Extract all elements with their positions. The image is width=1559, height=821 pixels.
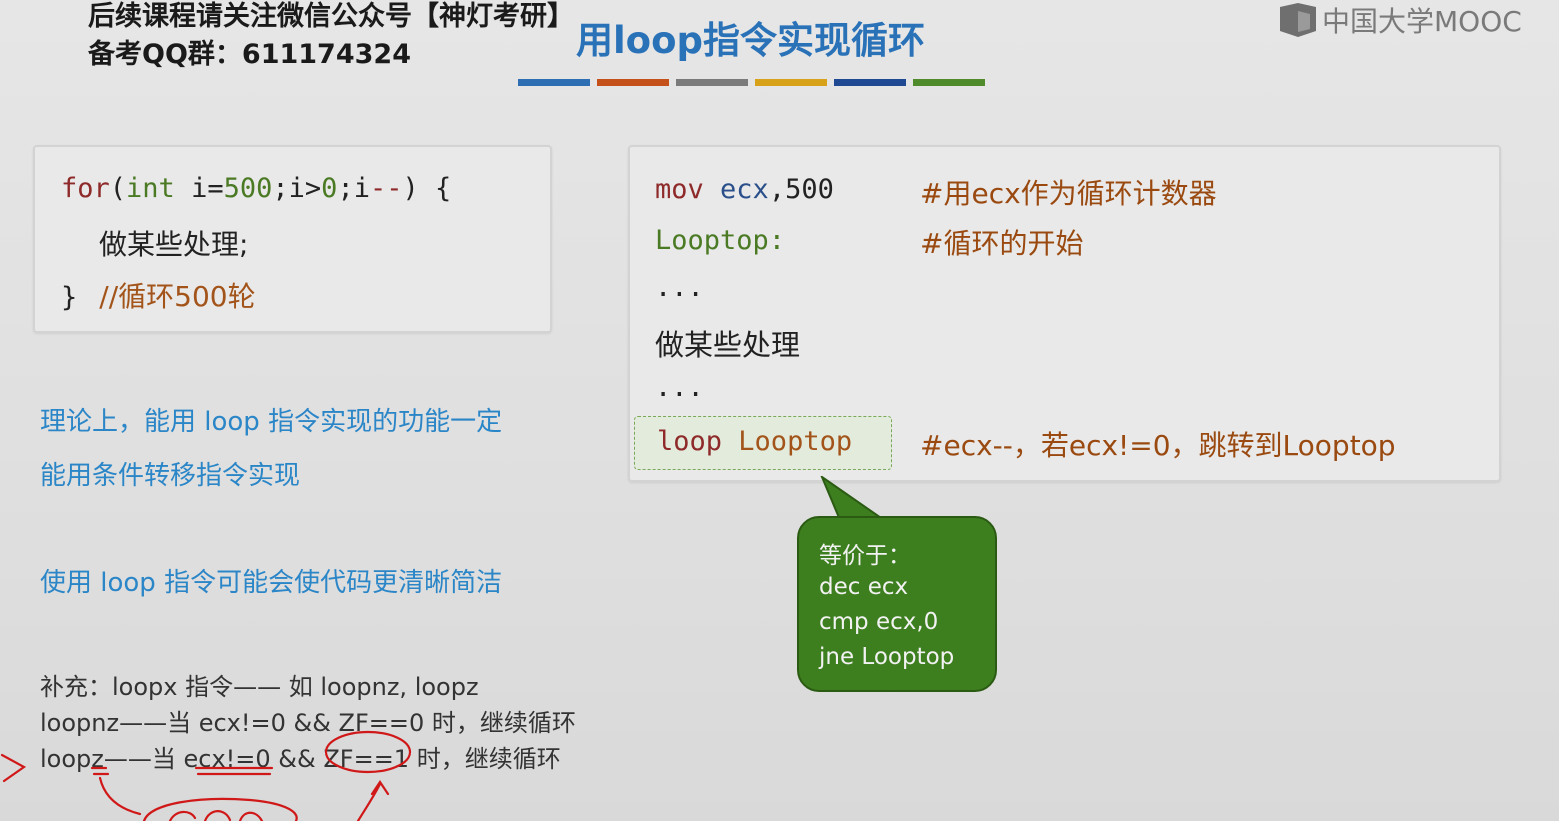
loop-mnemonic: loop (657, 426, 723, 457)
supplement-line1: 补充：loopx 指令—— 如 loopnz, loopz (40, 673, 479, 701)
promo-line-qq: 备考QQ群：611174324 (88, 39, 411, 70)
color-segment (755, 79, 827, 86)
color-segment (834, 79, 906, 86)
code-text: i= (174, 173, 224, 204)
supplement-line3: loopz——当 ecx!=0 && ZF==1 时，继续循环 (40, 745, 561, 773)
callout-line: dec ecx (819, 574, 909, 600)
clarity-note: 使用 loop 指令可能会使代码更清晰简洁 (40, 568, 503, 598)
arrow-to-zf (356, 780, 390, 821)
asm-line-mov: mov ecx,500 (655, 174, 834, 205)
asm-comment-mov: #用ecx作为循环计数器 (920, 177, 1217, 210)
asm-label-looptop: Looptop: (655, 225, 786, 256)
c-code-line-close: } //循环500轮 (61, 275, 256, 315)
c-comment: //循环500轮 (99, 280, 256, 313)
number-literal: 0 (321, 173, 338, 204)
promo-line-wechat: 后续课程请关注微信公众号【神灯考研】 (88, 1, 574, 32)
asm-body-text: 做某些处理 (655, 328, 801, 362)
callout-line: cmp ecx,0 (819, 609, 939, 635)
theory-note-line1: 理论上，能用 loop 指令实现的功能一定 (40, 407, 503, 437)
mov-mnemonic: mov (655, 174, 704, 205)
equivalent-callout: 等价于： dec ecx cmp ecx,0 jne Looptop (797, 516, 997, 692)
color-segment (676, 79, 748, 86)
asm-comment-loop: #ecx--，若ecx!=0，跳转到Looptop (920, 429, 1396, 462)
asm-comment-loop-start: #循环的开始 (920, 227, 1084, 260)
theory-note-line2: 能用条件转移指令实现 (40, 461, 301, 491)
title-color-bar (518, 79, 985, 86)
immediate-value: ,500 (768, 174, 834, 205)
logo-text: 中国大学MOOC (1322, 5, 1522, 38)
color-segment (913, 79, 985, 86)
supplement-line2: loopnz——当 ecx!=0 && ZF==0 时，继续循环 (40, 709, 576, 737)
c-code-line-body: 做某些处理; (99, 228, 249, 261)
mooc-logo-icon (1280, 3, 1316, 37)
loop-target-label: Looptop (738, 426, 853, 457)
scribble-zero (142, 797, 298, 821)
int-keyword: int (126, 173, 175, 204)
mooc-logo: 中国大学MOOC (1278, 0, 1522, 40)
decrement-operator: -- (369, 173, 403, 204)
c-code-panel: for(int i=500;i>0;i--) { 做某些处理; } //循环500… (33, 145, 552, 333)
code-text: ) { (402, 173, 452, 204)
callout-title: 等价于： (819, 543, 911, 569)
asm-ellipsis: ... (655, 372, 704, 403)
color-segment (518, 79, 590, 86)
number-literal: 500 (223, 173, 273, 204)
asm-ellipsis: ... (655, 272, 704, 303)
slide-title: 用loop指令实现循环 (576, 19, 926, 62)
ecx-register: ecx (720, 174, 769, 205)
arrow-from-loopz (98, 776, 142, 816)
paren: ( (109, 173, 127, 204)
scribble-letters (168, 810, 264, 821)
margin-arrow-mark (0, 753, 27, 783)
code-text: ;i (337, 173, 370, 204)
asm-line-loop: loop Looptop (657, 426, 852, 457)
brace: } (61, 282, 78, 313)
callout-line: jne Looptop (819, 644, 955, 670)
for-keyword: for (61, 173, 110, 204)
code-text: ;i> (272, 173, 322, 204)
color-segment (597, 79, 669, 86)
c-code-line-for: for(int i=500;i>0;i--) { (61, 173, 451, 204)
